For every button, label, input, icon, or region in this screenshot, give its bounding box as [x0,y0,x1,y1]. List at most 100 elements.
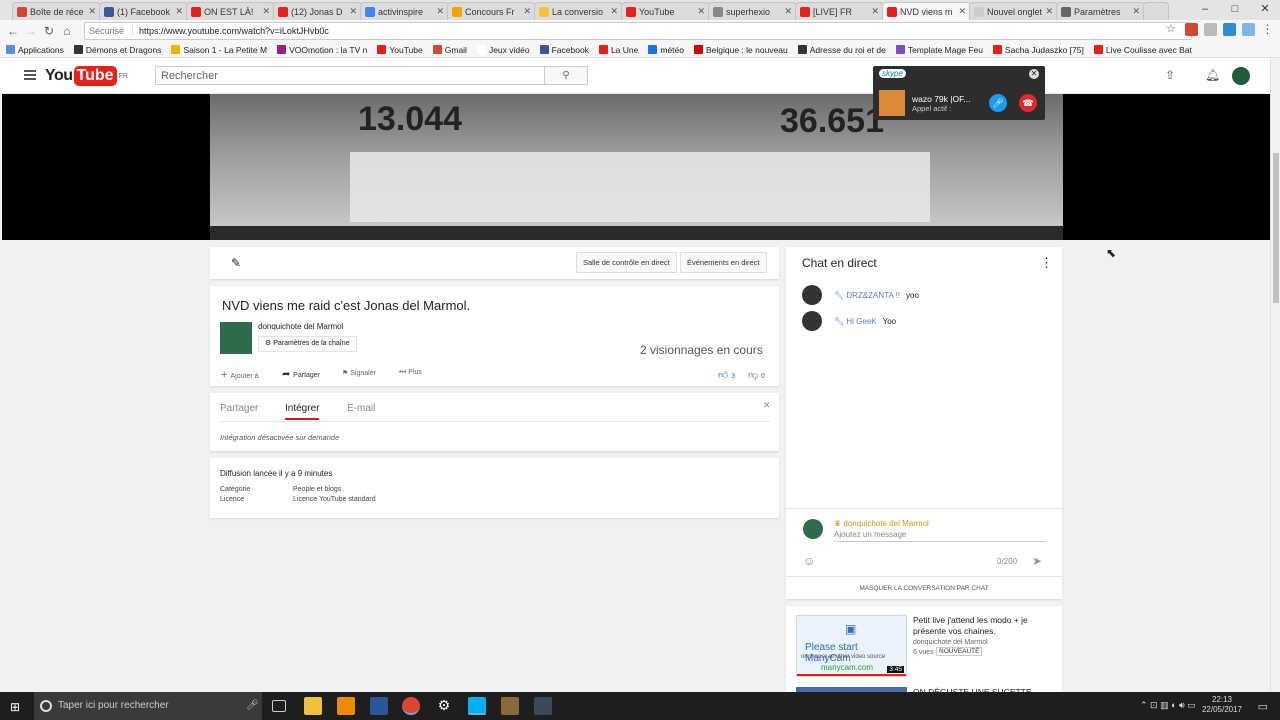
search-input[interactable]: Rechercher [155,66,545,85]
channel-avatar[interactable] [220,322,252,354]
live-events-button[interactable]: Événements en direct [680,252,767,273]
tab-close-icon[interactable]: ✕ [1045,6,1053,17]
scrollbar-thumb[interactable] [1273,153,1279,303]
omnibox[interactable]: Sécurisé https://www.youtube.com/watch?v… [84,22,1192,40]
new-tab-button[interactable] [1143,2,1169,20]
maximize-button[interactable]: □ [1220,0,1250,20]
tab-embed[interactable]: Intégrer [285,403,320,420]
related-title[interactable]: Petit live j'attend les modo + je présen… [913,615,1053,637]
extension-icon-3[interactable] [1223,23,1236,36]
mic-icon[interactable]: 🎤︎ [246,700,259,711]
hang-up-icon[interactable]: ☎ [1019,94,1037,112]
tab-close-icon[interactable]: ✕ [523,6,531,17]
browser-tab[interactable]: (12) Jonas D ✕ [273,2,362,20]
bookmark-item[interactable]: Gmail [432,45,467,55]
browser-tab[interactable]: superhexio ✕ [708,2,797,20]
hamburger-menu-icon[interactable] [24,70,36,82]
notifications-icon[interactable]: 🔔︎ [1205,68,1220,82]
tab-close-icon[interactable]: ✕ [436,6,444,17]
chat-author[interactable]: 🔧︎ DRZ&ZANTA !! [834,291,900,300]
package-icon[interactable] [501,697,519,715]
settings-gear-icon[interactable]: ⚙ [435,697,453,715]
extension-icon-4[interactable] [1242,23,1255,36]
bookmark-item[interactable]: Applications [6,45,64,55]
extension-icon-2[interactable] [1204,23,1217,36]
bookmark-item[interactable]: La Une [598,45,638,55]
microphone-icon[interactable]: 🎤︎ [989,94,1007,112]
minimize-button[interactable]: – [1190,0,1220,20]
video-control-bar[interactable] [210,226,1063,240]
close-icon[interactable]: ✕ [1029,69,1039,79]
browser-tab[interactable]: Paramètres ✕ [1056,2,1145,20]
home-icon[interactable]: ⌂ [58,24,76,38]
vlc-icon[interactable] [337,697,355,715]
notification-center-icon[interactable]: ▭ [1258,700,1268,713]
close-share-icon[interactable]: ✕ [763,400,771,411]
bookmark-item[interactable]: Template Mage Feu [895,45,983,55]
back-arrow-icon[interactable]: ← [4,24,22,38]
tab-email[interactable]: E-mail [347,403,375,414]
control-room-button[interactable]: Salle de contrôle en direct [576,252,677,273]
bookmark-item[interactable]: météo [648,45,684,55]
video-player[interactable]: 13.044 36.651 [2,94,1270,240]
bookmark-item[interactable]: Sacha Judaszko [75] [992,45,1084,55]
tab-close-icon[interactable]: ✕ [697,6,705,17]
browser-tab[interactable]: [LIVE] FR ✕ [795,2,884,20]
browser-tab[interactable]: La conversio ✕ [534,2,623,20]
chat-avatar[interactable] [802,311,822,331]
word-icon[interactable] [370,697,388,715]
chat-message-input[interactable]: Ajoutez un message [834,530,1046,542]
tab-close-icon[interactable]: ✕ [175,6,183,17]
related-thumbnail[interactable]: ▣ Please start ManyCam or choose another… [796,615,907,677]
reload-icon[interactable]: ↻ [40,24,58,38]
report-button[interactable]: ⚑ Signaler [342,369,376,377]
search-button[interactable]: ⚲ [544,66,588,85]
tab-close-icon[interactable]: ✕ [1132,6,1140,17]
browser-tab[interactable]: Boîte de réce ✕ [12,2,101,20]
youtube-logo[interactable]: You Tube FR [45,66,128,86]
chrome-menu-icon[interactable]: ⋮ [1261,23,1274,36]
file-explorer-icon[interactable] [304,697,322,715]
taskbar-clock[interactable]: 22:13 22/05/2017 [1202,695,1242,715]
bookmark-item[interactable]: Adresse du roi et de [797,45,886,55]
tab-share[interactable]: Partager [220,403,258,414]
tab-close-icon[interactable]: ✕ [784,6,792,17]
share-button[interactable]: ➦ Partager [282,369,320,380]
forward-arrow-icon[interactable]: → [22,24,40,38]
upload-icon[interactable]: ⇧ [1165,68,1175,82]
channel-name[interactable]: donquichote del Marmol [258,322,343,331]
emoji-icon[interactable]: ☺ [803,554,815,568]
browser-tab[interactable]: ON EST LÀ! ✕ [186,2,275,20]
windows-start-icon[interactable]: ⊞ [10,700,20,714]
hide-chat-button[interactable]: Masquer la conversation par chat [786,585,1062,592]
chat-author[interactable]: 🔧︎ Hi GeeK [834,317,877,326]
add-to-button[interactable]: + Ajouter à [221,369,259,381]
bookmark-item[interactable]: Jeux vidéo [476,45,530,55]
tab-close-icon[interactable]: ✕ [610,6,618,17]
bookmark-item[interactable]: VOOmotion : la TV n [277,45,367,55]
tab-close-icon[interactable]: ✕ [262,6,270,17]
like-button[interactable]: 👍︎ 3 [718,369,735,381]
browser-tab[interactable]: Nouvel onglet ✕ [969,2,1058,20]
bookmark-item[interactable]: YouTube [377,45,423,55]
dislike-button[interactable]: 👎︎ 0 [748,369,765,381]
tab-close-icon[interactable]: ✕ [88,6,96,17]
extension-icon-1[interactable] [1185,23,1198,36]
chat-avatar[interactable] [802,285,822,305]
chrome-icon[interactable] [402,697,420,715]
category-value[interactable]: People et blogs [293,486,341,493]
close-window-button[interactable]: ✕ [1250,0,1280,20]
channel-settings-button[interactable]: ⚙ Paramètres de la chaîne [258,336,357,352]
edit-pencil-icon[interactable]: ✎ [231,256,241,270]
bookmark-item[interactable]: Démons et Dragons [73,45,161,55]
browser-tab[interactable]: NVD viens m ✕ [882,2,971,20]
bookmark-item[interactable]: Saison 1 - La Petite M [171,45,267,55]
tab-close-icon[interactable]: ✕ [871,6,879,17]
more-button[interactable]: ••• Plus [399,369,422,376]
browser-tab[interactable]: (1) Facebook ✕ [99,2,188,20]
task-view-icon[interactable] [272,700,286,712]
browser-tab[interactable]: YouTube ✕ [621,2,710,20]
app-icon[interactable] [534,697,552,715]
chat-menu-icon[interactable]: ⋮ [1040,255,1053,271]
bookmark-item[interactable]: Live Coulisse avec Bat [1093,45,1192,55]
